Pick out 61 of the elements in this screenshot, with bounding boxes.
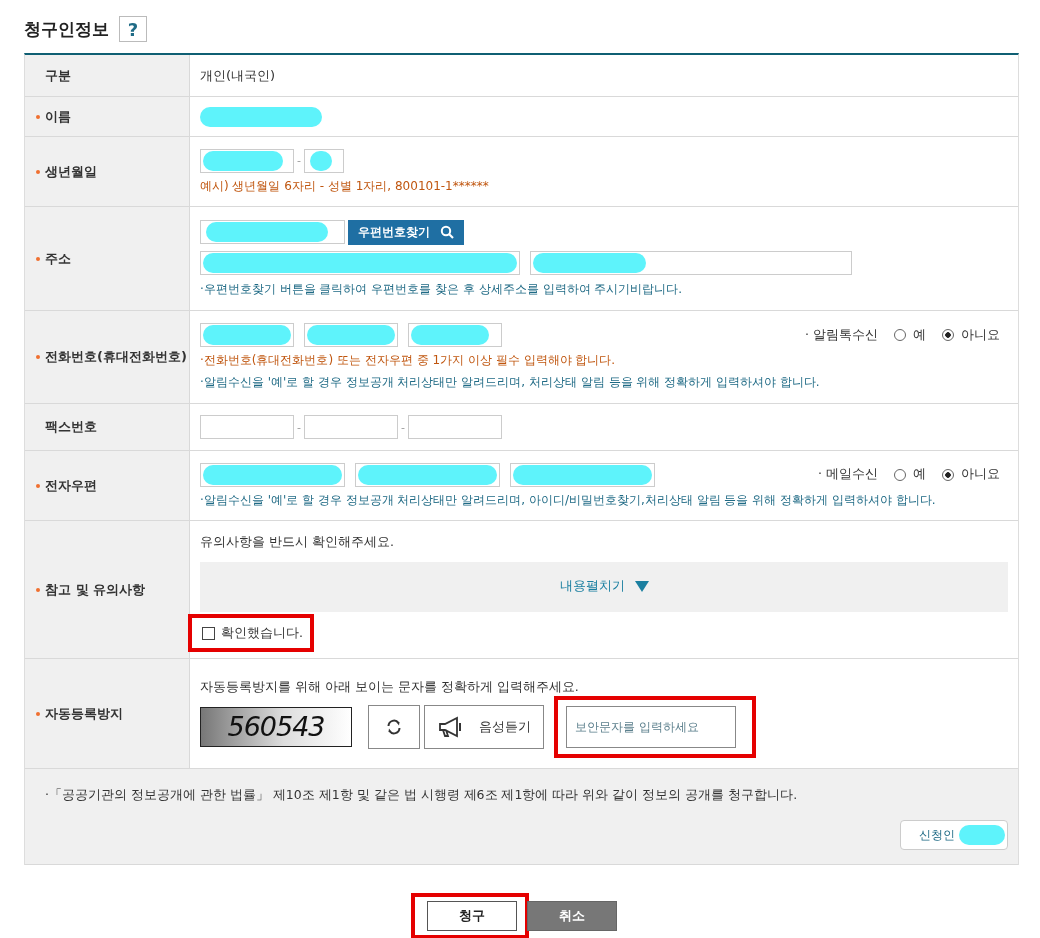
field-label: 이름 xyxy=(45,107,71,126)
captcha-input[interactable]: 보안문자를 입력하세요 xyxy=(566,705,736,748)
help-note: ·알림수신을 '예'로 할 경우 정보공개 처리상태만 알려드리며, 아이디/비밀번호찾기,처리상태 알림 등을 위해 정확하게 입력하셔야 합니다. xyxy=(200,491,937,509)
statement-text: ·「공공기관의 정보공개에 관한 법률」 제10조 제1항 및 같은 법 시행령 제6조 제1항에 따라 위와 같이 정보의 공개를 청구합니다. xyxy=(45,787,799,804)
required-mark xyxy=(36,256,40,261)
audio-button-label: 음성듣기 xyxy=(479,717,531,736)
down-triangle-icon xyxy=(634,581,649,592)
field-label: 생년월일 xyxy=(45,162,97,181)
required-mark xyxy=(36,483,40,488)
input-field[interactable] xyxy=(200,148,294,173)
checkbox[interactable] xyxy=(202,626,215,640)
help-note: 예시) 생년월일 6자리 - 성별 1자리, 800101-1****** xyxy=(200,177,490,195)
section-title: 청구인정보 xyxy=(24,17,109,41)
separator: - xyxy=(400,420,406,434)
separator: - xyxy=(296,420,302,434)
option-label: · 메일수신 xyxy=(818,466,878,483)
help-note: ·전화번호(휴대전화번호) 또는 전자우편 중 1가지 이상 필수 입력해야 합니다. xyxy=(200,352,617,369)
refresh-icon xyxy=(385,717,403,736)
input-field[interactable] xyxy=(304,415,398,439)
checkbox-label: 확인했습니다. xyxy=(221,624,303,642)
input-field[interactable] xyxy=(200,415,294,439)
input-field[interactable] xyxy=(408,323,502,347)
radio-button[interactable] xyxy=(942,468,954,481)
field-value: 개인(내국인) xyxy=(200,66,277,85)
radio-label: 아니요 xyxy=(961,326,1000,344)
notice-text: 유의사항을 반드시 확인해주세요. xyxy=(200,533,395,551)
field-label: 전화번호(휴대전화번호) xyxy=(45,348,187,366)
help-note: ·우편번호찾기 버튼을 클릭하여 우편번호를 찾은 후 상세주소를 입력하여 주시기비랍니다. xyxy=(200,280,684,298)
help-note: ·알림수신을 '예'로 할 경우 정보공개 처리상태만 알려드리며, 처리상태 알림 등을 위해 정확하게 입력하셔야 합니다. xyxy=(200,374,821,391)
zip-search-button[interactable]: 우편번호찾기 xyxy=(348,219,464,245)
field-label: 주소 xyxy=(45,249,71,268)
required-mark xyxy=(36,587,40,592)
required-mark xyxy=(36,711,40,716)
required-mark xyxy=(36,355,40,359)
radio-label: 예 xyxy=(913,466,926,483)
radio-label: 예 xyxy=(913,326,926,344)
input-field[interactable] xyxy=(408,415,502,439)
radio-label: 아니요 xyxy=(961,466,1000,483)
search-icon xyxy=(440,225,454,239)
field-label: 참고 및 유의사항 xyxy=(45,580,146,599)
input-field[interactable] xyxy=(304,148,344,173)
expand-toggle[interactable]: 내용펼치기 xyxy=(200,561,1008,612)
required-mark xyxy=(36,114,40,119)
audio-button[interactable]: 음성듣기 xyxy=(424,704,544,749)
input-field[interactable] xyxy=(530,250,852,275)
field-label: 자동등록방지 xyxy=(45,704,123,723)
field-label: 전자우편 xyxy=(45,476,97,495)
notice-text: 자동등록방지를 위해 아래 보이는 문자를 정확하게 입력해주세요. xyxy=(200,678,580,696)
input-field[interactable] xyxy=(200,220,345,244)
help-button[interactable]: ? xyxy=(119,16,147,42)
option-label: · 알림톡수신 xyxy=(805,326,878,344)
applicant-label: 신청인 xyxy=(919,827,955,843)
separator: - xyxy=(296,154,302,167)
field-label: 팩스번호 xyxy=(45,418,97,436)
submit-button[interactable]: 청구 xyxy=(426,901,517,931)
field-label: 구분 xyxy=(45,66,71,85)
cancel-button[interactable]: 취소 xyxy=(526,901,617,931)
radio-button[interactable] xyxy=(942,329,954,341)
captcha-text: 560543 xyxy=(227,711,325,742)
required-mark xyxy=(36,169,40,174)
refresh-button[interactable] xyxy=(368,704,420,749)
